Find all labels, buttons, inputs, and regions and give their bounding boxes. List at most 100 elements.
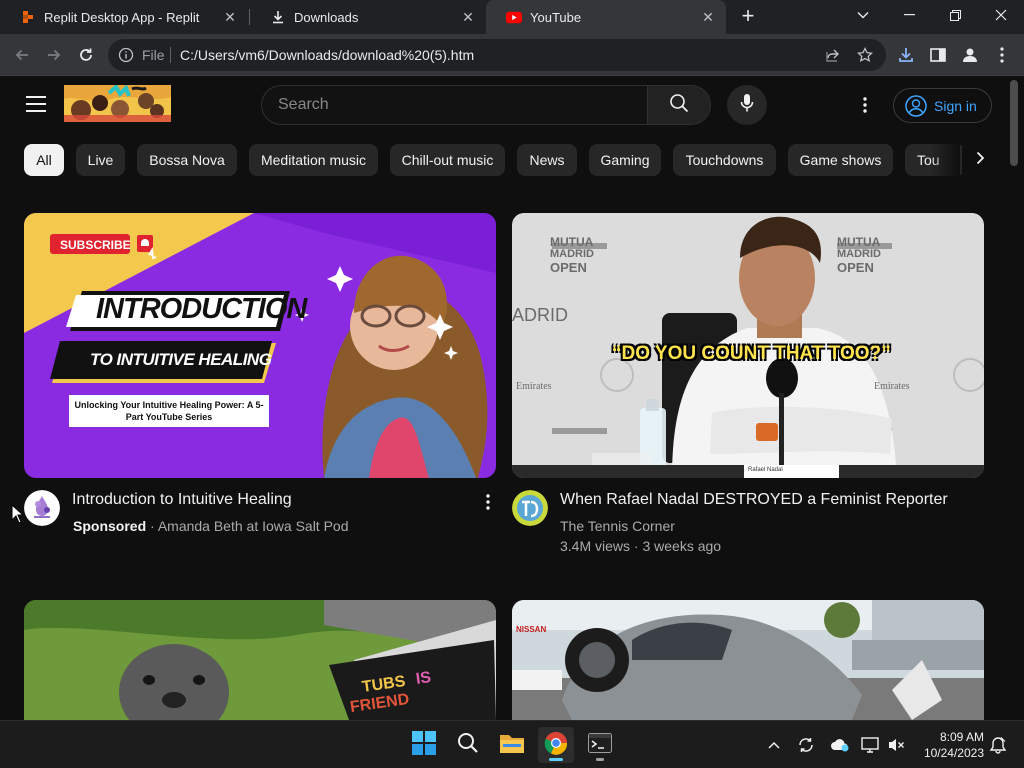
thumbnail-sponsor-text: Emirates <box>874 381 910 392</box>
chip-chill-out-music[interactable]: Chill-out music <box>390 144 505 176</box>
youtube-header: Sign in <box>0 77 1024 133</box>
chip-all[interactable]: All <box>24 144 64 176</box>
video-title[interactable]: When Rafael Nadal DESTROYED a Feminist R… <box>560 491 948 509</box>
meta-separator: · <box>150 518 155 534</box>
thumbnail-brand-open: OPEN <box>550 260 587 275</box>
clock-date: 10/24/2023 <box>923 746 984 760</box>
sign-in-label: Sign in <box>934 97 977 114</box>
account-circle-icon <box>904 94 928 118</box>
channel-avatar-tennis-corner[interactable] <box>512 490 548 526</box>
search-input[interactable] <box>262 86 622 124</box>
thumbnail-side-text: ADRID <box>512 305 569 325</box>
restore-icon[interactable] <box>932 0 978 30</box>
video-thumbnail-intuitive-healing[interactable]: SUBSCRIBE INTRODUCTION TO INTUITIVE HEAL… <box>24 213 496 478</box>
search-button[interactable] <box>647 85 711 125</box>
chip-meditation-music[interactable]: Meditation music <box>249 144 378 176</box>
windows-logo-icon <box>412 730 436 760</box>
system-clock[interactable]: 8:09 AM 10/24/2023 <box>910 729 984 761</box>
minimize-icon[interactable] <box>886 0 932 30</box>
thumbnail-dealer-sign: NISSAN <box>516 625 547 634</box>
video-stats: 3.4M views · 3 weeks ago <box>560 538 721 554</box>
browser-menu-icon[interactable] <box>992 45 1012 65</box>
search-field[interactable] <box>261 85 647 125</box>
chip-live[interactable]: Live <box>76 144 125 176</box>
chevron-right-icon <box>976 151 985 170</box>
onedrive-cloud-icon[interactable] <box>830 735 850 755</box>
tab-youtube[interactable]: YouTube ✕ <box>486 0 726 34</box>
tab-title: Downloads <box>294 9 359 25</box>
channel-name[interactable]: Amanda Beth at Iowa Salt Pod <box>158 518 349 534</box>
thumbnail-subscribe-text: SUBSCRIBE <box>60 238 131 252</box>
page-scrollbar[interactable] <box>1010 80 1018 166</box>
thumbnail-headline: INTRODUCTION <box>96 293 307 325</box>
folder-icon <box>499 732 525 759</box>
thumbnail-brand-madrid: MADRID <box>550 248 594 260</box>
taskbar-search-button[interactable] <box>450 727 486 763</box>
downloads-icon[interactable] <box>896 45 916 65</box>
thumbnail-brand-mutua: MUTUA <box>837 235 881 249</box>
profile-icon[interactable] <box>960 45 980 65</box>
video-thumbnail-car[interactable]: NISSAN <box>512 600 984 720</box>
search-icon <box>669 93 689 118</box>
replit-icon <box>20 9 36 25</box>
chip-gaming[interactable]: Gaming <box>589 144 661 176</box>
active-indicator <box>549 758 563 761</box>
settings-more-icon[interactable] <box>855 95 875 115</box>
download-icon <box>270 9 286 25</box>
terminal-icon <box>588 732 612 758</box>
side-panel-icon[interactable] <box>928 45 948 65</box>
new-tab-button[interactable]: + <box>736 5 760 29</box>
channel-avatar-amanda[interactable] <box>24 490 60 526</box>
tab-close-icon[interactable]: ✕ <box>222 9 238 25</box>
info-icon[interactable] <box>118 47 134 63</box>
address-bar[interactable]: File C:/Users/vm6/Downloads/download%20(… <box>108 39 886 71</box>
forward-arrow-icon[interactable] <box>42 43 66 67</box>
thumbnail-sign-text: IS <box>414 669 433 688</box>
tab-downloads[interactable]: Downloads ✕ <box>250 0 486 34</box>
thumbnail-brand-mutua: MUTUA <box>550 235 594 249</box>
tab-close-icon[interactable]: ✕ <box>460 9 476 25</box>
chip-touchdowns[interactable]: Touchdowns <box>673 144 776 176</box>
chrome-taskbar-button[interactable] <box>538 727 574 763</box>
channel-logo[interactable] <box>64 83 171 122</box>
windows-taskbar: 8:09 AM 10/24/2023 <box>0 720 1024 768</box>
terminal-taskbar-button[interactable] <box>582 727 618 763</box>
url-text[interactable]: C:/Users/vm6/Downloads/download%20(5).ht… <box>180 47 474 63</box>
share-icon[interactable] <box>824 46 842 64</box>
tab-search-chevron-icon[interactable] <box>840 0 886 30</box>
thumbnail-sponsor-text: Emirates <box>516 381 552 392</box>
reload-icon[interactable] <box>74 43 98 67</box>
sign-in-button[interactable]: Sign in <box>893 88 992 123</box>
close-window-icon[interactable] <box>978 0 1024 30</box>
file-explorer-button[interactable] <box>494 727 530 763</box>
tab-title: YouTube <box>530 9 582 25</box>
start-button[interactable] <box>406 727 442 763</box>
thumbnail-nameplate: Rafael Nadal <box>748 467 783 473</box>
notification-bell-icon[interactable] <box>988 735 1008 755</box>
thumbnail-quote-caption: “DO YOU COUNT THAT TOO?” <box>612 343 891 364</box>
voice-search-button[interactable] <box>727 85 767 125</box>
url-separator <box>170 47 171 63</box>
video-title[interactable]: Introduction to Intuitive Healing <box>72 491 292 509</box>
view-count: 3.4M views <box>560 538 631 554</box>
display-icon[interactable] <box>860 735 880 755</box>
back-arrow-icon[interactable] <box>10 43 34 67</box>
bookmark-star-icon[interactable] <box>856 46 874 64</box>
chip-bossa-nova[interactable]: Bossa Nova <box>137 144 237 176</box>
volume-muted-icon[interactable] <box>886 735 906 755</box>
running-indicator <box>596 758 604 761</box>
menu-hamburger-icon[interactable] <box>26 96 46 112</box>
tab-close-icon[interactable]: ✕ <box>700 9 716 25</box>
tab-replit[interactable]: Replit Desktop App - Replit ✕ <box>0 0 248 34</box>
channel-name[interactable]: The Tennis Corner <box>560 518 675 534</box>
video-thumbnail-nadal[interactable]: MUTUA MADRID OPEN MUTUA MADRID OPEN ADRI… <box>512 213 984 478</box>
video-thumbnail-dog[interactable]: TUBS IS FRIEND <box>24 600 496 720</box>
video-more-icon[interactable] <box>478 492 498 512</box>
chip-news[interactable]: News <box>517 144 577 176</box>
thumbnail-brand-open: OPEN <box>837 260 874 275</box>
chips-next-button[interactable] <box>962 144 998 176</box>
tray-overflow-chevron-icon[interactable] <box>764 735 784 755</box>
chip-game-shows[interactable]: Game shows <box>788 144 893 176</box>
browser-toolbar: File C:/Users/vm6/Downloads/download%20(… <box>0 34 1024 76</box>
sync-icon[interactable] <box>796 735 816 755</box>
